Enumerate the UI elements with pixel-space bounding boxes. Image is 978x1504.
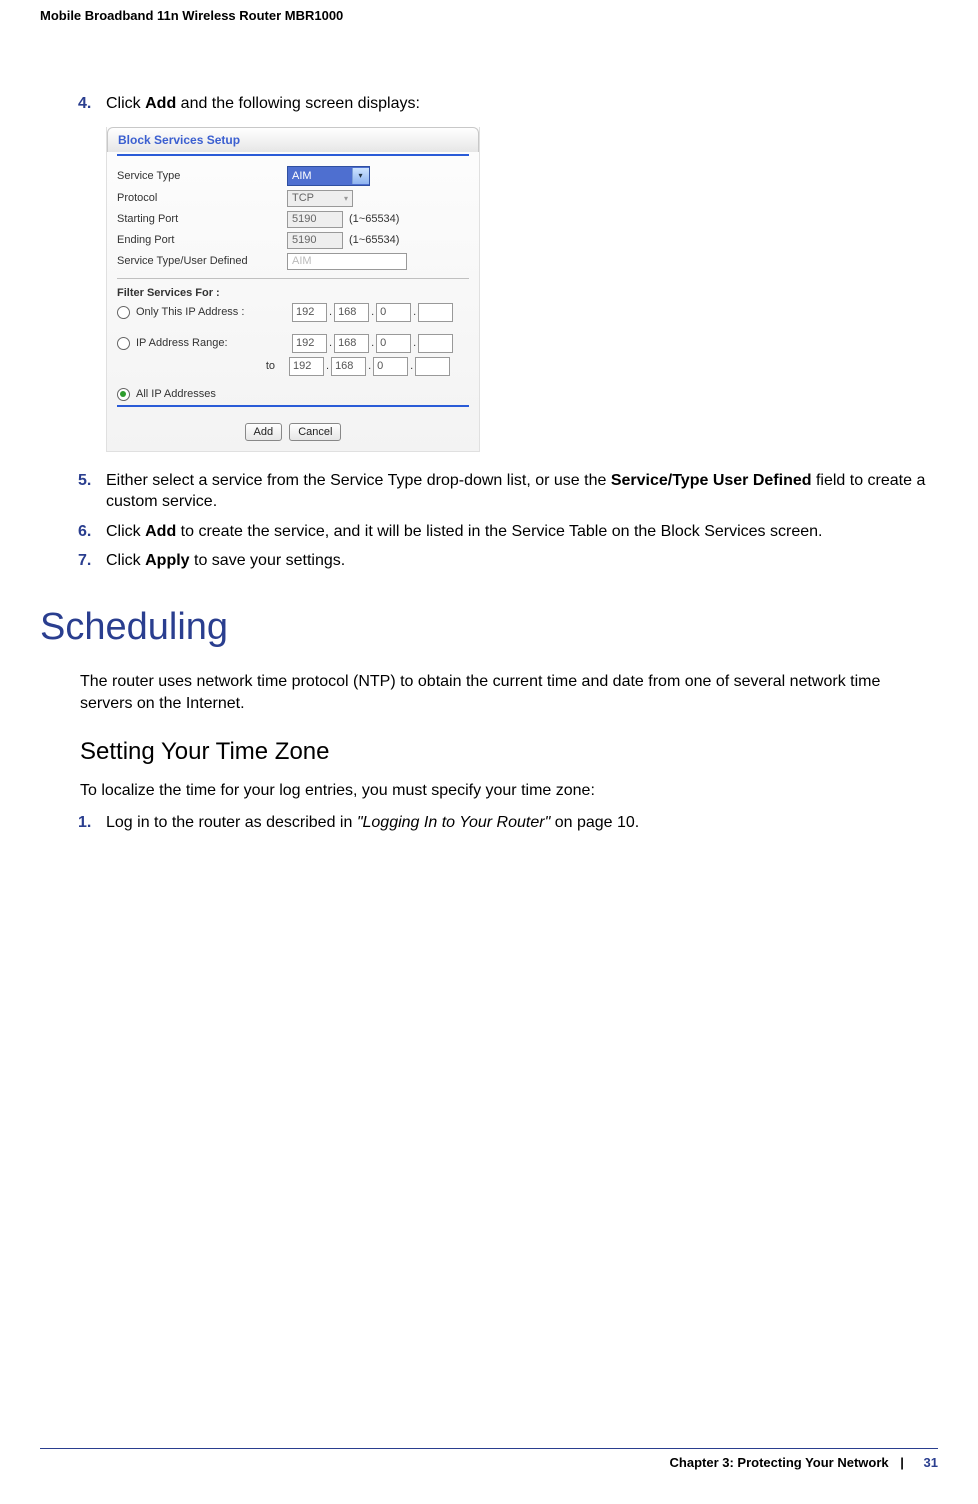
radio-all-ip[interactable] bbox=[117, 388, 130, 401]
step-6-number: 6. bbox=[78, 521, 91, 543]
cancel-button[interactable]: Cancel bbox=[289, 423, 341, 441]
protocol-value: TCP bbox=[292, 192, 314, 204]
scheduling-heading: Scheduling bbox=[40, 606, 938, 649]
only-ip-oct1[interactable]: 192 bbox=[292, 303, 327, 322]
radio-ip-range[interactable] bbox=[117, 337, 130, 350]
step-6-bold: Add bbox=[145, 523, 176, 540]
step-5-bold: Service/Type User Defined bbox=[611, 472, 812, 489]
ip-range-label: IP Address Range: bbox=[136, 337, 292, 349]
range-to-oct2[interactable]: 168 bbox=[331, 357, 366, 376]
setting-time-zone-heading: Setting Your Time Zone bbox=[80, 738, 938, 766]
stz-step-1-italic: "Logging In to Your Router" bbox=[357, 814, 550, 831]
filter-services-title: Filter Services For : bbox=[107, 285, 479, 301]
service-type-select[interactable]: AIM ▾ bbox=[287, 166, 370, 186]
step-5: 5. Either select a service from the Serv… bbox=[106, 470, 938, 513]
range-to-oct4[interactable] bbox=[415, 357, 450, 376]
ending-port-label: Ending Port bbox=[117, 234, 287, 246]
document-header: Mobile Broadband 11n Wireless Router MBR… bbox=[40, 8, 938, 23]
range-from-oct3[interactable]: 0 bbox=[376, 334, 411, 353]
stz-step-1-number: 1. bbox=[78, 812, 91, 834]
step-6-t1: Click bbox=[106, 523, 145, 540]
step-7: 7. Click Apply to save your settings. bbox=[106, 550, 938, 572]
step-4-number: 4. bbox=[78, 93, 91, 115]
user-defined-input[interactable]: AIM bbox=[287, 253, 407, 270]
step-4: 4. Click Add and the following screen di… bbox=[106, 93, 938, 115]
service-type-value: AIM bbox=[292, 170, 312, 182]
divider bbox=[117, 405, 469, 407]
only-ip-oct3[interactable]: 0 bbox=[376, 303, 411, 322]
stz-step-1: 1. Log in to the router as described in … bbox=[106, 812, 938, 834]
user-defined-label: Service Type/User Defined bbox=[117, 255, 287, 267]
chevron-down-icon: ▾ bbox=[352, 168, 369, 184]
add-button[interactable]: Add bbox=[245, 423, 283, 441]
step-6: 6. Click Add to create the service, and … bbox=[106, 521, 938, 543]
divider bbox=[117, 154, 469, 156]
step-5-number: 5. bbox=[78, 470, 91, 492]
range-to-oct3[interactable]: 0 bbox=[373, 357, 408, 376]
stz-intro: To localize the time for your log entrie… bbox=[80, 780, 938, 802]
footer-page-number: 31 bbox=[924, 1455, 938, 1470]
step-4-bold: Add bbox=[145, 95, 176, 112]
footer-separator: | bbox=[900, 1455, 904, 1470]
step-7-t1: Click bbox=[106, 552, 145, 569]
stz-step-1-t1: Log in to the router as described in bbox=[106, 814, 357, 831]
ending-port-input[interactable]: 5190 bbox=[287, 232, 343, 249]
ending-port-range: (1~65534) bbox=[349, 234, 399, 246]
step-7-number: 7. bbox=[78, 550, 91, 572]
range-from-oct4[interactable] bbox=[418, 334, 453, 353]
service-type-label: Service Type bbox=[117, 170, 287, 182]
page-footer: Chapter 3: Protecting Your Network | 31 bbox=[40, 1448, 938, 1470]
range-to-label: to bbox=[117, 360, 289, 372]
range-from-oct2[interactable]: 168 bbox=[334, 334, 369, 353]
step-6-t2: to create the service, and it will be li… bbox=[176, 523, 822, 540]
starting-port-input[interactable]: 5190 bbox=[287, 211, 343, 228]
footer-chapter: Chapter 3: Protecting Your Network bbox=[670, 1455, 889, 1470]
step-5-t1: Either select a service from the Service… bbox=[106, 472, 611, 489]
chevron-down-icon: ▾ bbox=[340, 194, 348, 203]
panel-title: Block Services Setup bbox=[107, 127, 479, 152]
starting-port-range: (1~65534) bbox=[349, 213, 399, 225]
starting-port-label: Starting Port bbox=[117, 213, 287, 225]
only-ip-oct4[interactable] bbox=[418, 303, 453, 322]
range-from-oct1[interactable]: 192 bbox=[292, 334, 327, 353]
all-ip-label: All IP Addresses bbox=[136, 388, 216, 400]
only-this-ip-label: Only This IP Address : bbox=[136, 306, 292, 318]
step-7-t2: to save your settings. bbox=[190, 552, 346, 569]
step-4-text-pre: Click bbox=[106, 95, 145, 112]
radio-only-this-ip[interactable] bbox=[117, 306, 130, 319]
block-services-setup-panel: Block Services Setup Service Type AIM ▾ … bbox=[106, 127, 480, 452]
only-ip-oct2[interactable]: 168 bbox=[334, 303, 369, 322]
protocol-select[interactable]: TCP ▾ bbox=[287, 190, 353, 207]
divider bbox=[117, 278, 469, 279]
step-4-text-post: and the following screen displays: bbox=[176, 95, 420, 112]
scheduling-paragraph: The router uses network time protocol (N… bbox=[80, 671, 938, 714]
range-to-oct1[interactable]: 192 bbox=[289, 357, 324, 376]
step-7-bold: Apply bbox=[145, 552, 189, 569]
stz-step-1-t2: on page 10. bbox=[550, 814, 639, 831]
protocol-label: Protocol bbox=[117, 192, 287, 204]
